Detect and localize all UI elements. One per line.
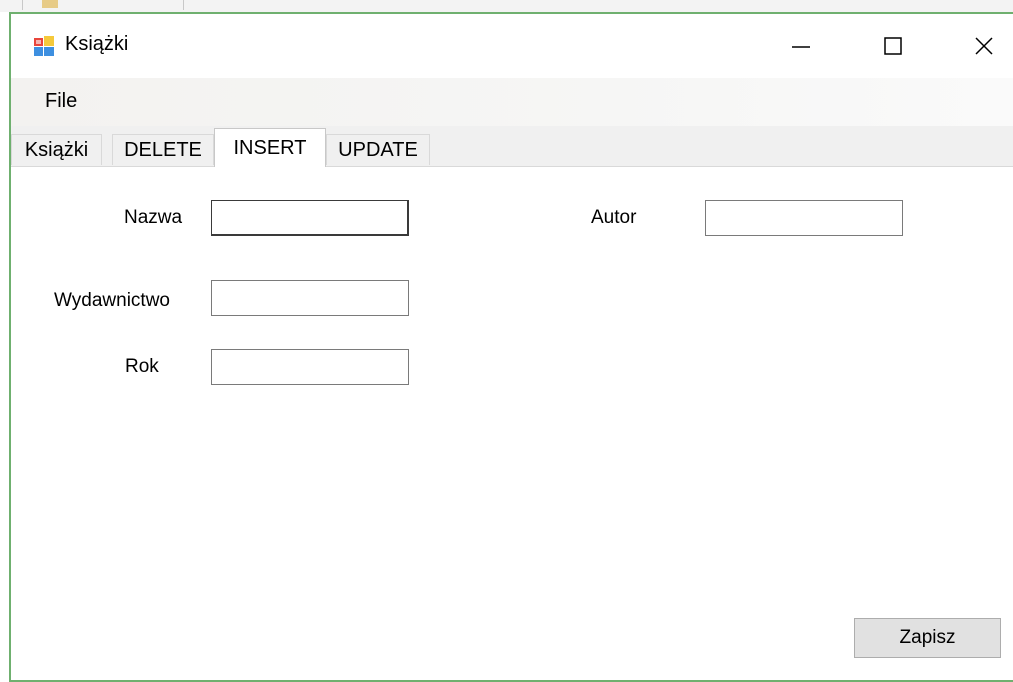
minimize-button[interactable] [776,24,826,68]
rok-label: Rok [125,356,159,377]
tab-update[interactable]: UPDATE [326,134,430,165]
background-window-strip [0,0,1013,12]
autor-input[interactable] [705,200,903,236]
form-icon [34,36,54,56]
title-bar[interactable]: Książki [11,14,1013,78]
app-window: Książki File Książki DELETE INSERT UPDAT… [9,12,1013,682]
rok-input[interactable] [211,349,409,385]
menu-item-file[interactable]: File [45,90,77,113]
maximize-button[interactable] [868,24,918,68]
autor-label: Autor [591,207,637,228]
close-button[interactable] [959,24,1009,68]
wydawnictwo-label: Wydawnictwo [54,290,170,311]
nazwa-label: Nazwa [124,207,183,228]
tab-delete[interactable]: DELETE [112,134,214,165]
tab-strip: Książki DELETE INSERT UPDATE [11,126,1013,167]
maximize-icon [884,37,902,55]
nazwa-input[interactable] [211,200,409,236]
minimize-icon [792,46,810,48]
menu-bar: File [11,78,1013,126]
wydawnictwo-input[interactable] [211,280,409,316]
window-title: Książki [65,33,129,55]
close-icon [975,37,993,55]
tab-insert[interactable]: INSERT [214,128,326,167]
tab-ksiazki[interactable]: Książki [11,134,102,165]
background-app-icon [42,0,58,8]
save-button[interactable]: Zapisz [854,618,1001,658]
